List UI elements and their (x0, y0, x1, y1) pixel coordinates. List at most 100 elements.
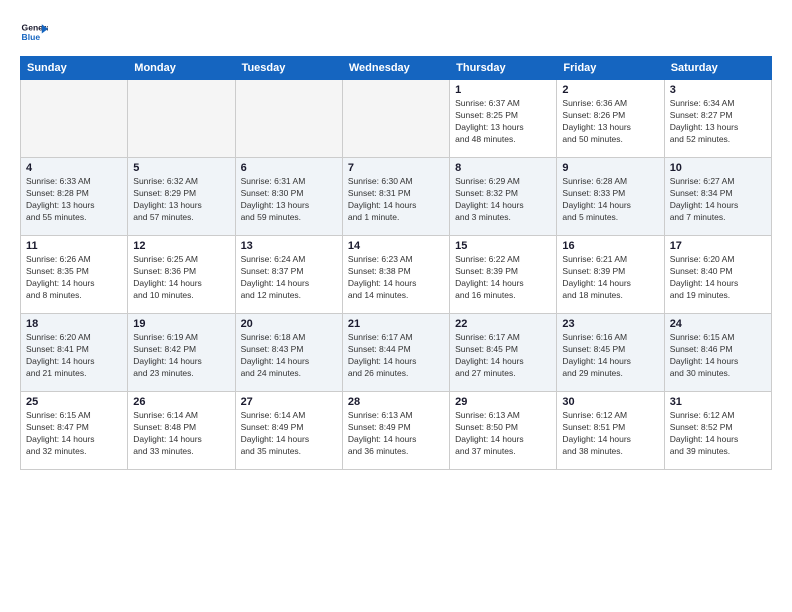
day-number: 8 (455, 162, 551, 174)
day-number: 7 (348, 162, 444, 174)
day-number: 22 (455, 318, 551, 330)
day-number: 20 (241, 318, 337, 330)
day-cell-13: 13 Sunrise: 6:24 AM Sunset: 8:37 PM Dayli… (235, 236, 342, 314)
day-info: Sunrise: 6:28 AM Sunset: 8:33 PM Dayligh… (562, 176, 658, 224)
day-cell-8: 8Sunrise: 6:29 AM Sunset: 8:32 PM Daylig… (450, 158, 557, 236)
day-cell-24: 24 Sunrise: 6:15 AM Sunset: 8:46 PM Dayli… (664, 314, 771, 392)
day-cell-18: 18 Sunrise: 6:20 AM Sunset: 8:41 PM Dayli… (21, 314, 128, 392)
day-info: Sunrise: 6:23 AM Sunset: 8:38 PM Dayligh… (348, 254, 444, 302)
empty-cell (21, 80, 128, 158)
day-cell-23: 23 Sunrise: 6:16 AM Sunset: 8:45 PM Dayli… (557, 314, 664, 392)
day-number: 14 (348, 240, 444, 252)
day-cell-27: 27Sunrise: 6:14 AM Sunset: 8:49 PM Dayli… (235, 392, 342, 470)
day-cell-7: 7 Sunrise: 6:30 AM Sunset: 8:31 PM Daylig… (342, 158, 449, 236)
weekday-header-tuesday: Tuesday (235, 57, 342, 80)
day-info: Sunrise: 6:25 AM Sunset: 8:36 PM Dayligh… (133, 254, 229, 302)
day-number: 4 (26, 162, 122, 174)
week-row-4: 18 Sunrise: 6:20 AM Sunset: 8:41 PM Dayli… (21, 314, 772, 392)
day-cell-11: 11Sunrise: 6:26 AM Sunset: 8:35 PM Dayli… (21, 236, 128, 314)
weekday-header-monday: Monday (128, 57, 235, 80)
day-info: Sunrise: 6:30 AM Sunset: 8:31 PM Dayligh… (348, 176, 444, 224)
day-number: 31 (670, 396, 766, 408)
page: General Blue SundayMondayTuesdayWednesda… (0, 0, 792, 612)
day-info: Sunrise: 6:20 AM Sunset: 8:40 PM Dayligh… (670, 254, 766, 302)
day-info: Sunrise: 6:21 AM Sunset: 8:39 PM Dayligh… (562, 254, 658, 302)
logo-icon: General Blue (20, 18, 48, 46)
day-cell-19: 19 Sunrise: 6:19 AM Sunset: 8:42 PM Dayli… (128, 314, 235, 392)
weekday-header-row: SundayMondayTuesdayWednesdayThursdayFrid… (21, 57, 772, 80)
day-cell-3: 3 Sunrise: 6:34 AM Sunset: 8:27 PM Daylig… (664, 80, 771, 158)
day-number: 26 (133, 396, 229, 408)
day-info: Sunrise: 6:32 AM Sunset: 8:29 PM Dayligh… (133, 176, 229, 224)
week-row-2: 4 Sunrise: 6:33 AM Sunset: 8:28 PM Daylig… (21, 158, 772, 236)
day-cell-29: 29Sunrise: 6:13 AM Sunset: 8:50 PM Dayli… (450, 392, 557, 470)
day-cell-31: 31Sunrise: 6:12 AM Sunset: 8:52 PM Dayli… (664, 392, 771, 470)
day-number: 5 (133, 162, 229, 174)
weekday-header-wednesday: Wednesday (342, 57, 449, 80)
empty-cell (235, 80, 342, 158)
day-number: 18 (26, 318, 122, 330)
day-cell-12: 12 Sunrise: 6:25 AM Sunset: 8:36 PM Dayli… (128, 236, 235, 314)
day-cell-22: 22 Sunrise: 6:17 AM Sunset: 8:45 PM Dayli… (450, 314, 557, 392)
day-cell-14: 14 Sunrise: 6:23 AM Sunset: 8:38 PM Dayli… (342, 236, 449, 314)
day-number: 3 (670, 84, 766, 96)
day-info: Sunrise: 6:17 AM Sunset: 8:45 PM Dayligh… (455, 332, 551, 380)
day-info: Sunrise: 6:37 AM Sunset: 8:25 PM Dayligh… (455, 98, 551, 146)
day-cell-2: 2 Sunrise: 6:36 AM Sunset: 8:26 PM Daylig… (557, 80, 664, 158)
day-info: Sunrise: 6:16 AM Sunset: 8:45 PM Dayligh… (562, 332, 658, 380)
day-info: Sunrise: 6:13 AM Sunset: 8:49 PM Dayligh… (348, 410, 444, 458)
svg-text:Blue: Blue (22, 32, 41, 42)
day-info: Sunrise: 6:36 AM Sunset: 8:26 PM Dayligh… (562, 98, 658, 146)
day-number: 15 (455, 240, 551, 252)
day-info: Sunrise: 6:15 AM Sunset: 8:46 PM Dayligh… (670, 332, 766, 380)
day-number: 12 (133, 240, 229, 252)
day-info: Sunrise: 6:31 AM Sunset: 8:30 PM Dayligh… (241, 176, 337, 224)
day-number: 24 (670, 318, 766, 330)
day-number: 23 (562, 318, 658, 330)
day-info: Sunrise: 6:19 AM Sunset: 8:42 PM Dayligh… (133, 332, 229, 380)
day-cell-28: 28Sunrise: 6:13 AM Sunset: 8:49 PM Dayli… (342, 392, 449, 470)
day-cell-9: 9 Sunrise: 6:28 AM Sunset: 8:33 PM Daylig… (557, 158, 664, 236)
week-row-1: 1 Sunrise: 6:37 AM Sunset: 8:25 PM Daylig… (21, 80, 772, 158)
day-number: 2 (562, 84, 658, 96)
day-number: 6 (241, 162, 337, 174)
day-info: Sunrise: 6:34 AM Sunset: 8:27 PM Dayligh… (670, 98, 766, 146)
weekday-header-sunday: Sunday (21, 57, 128, 80)
day-info: Sunrise: 6:12 AM Sunset: 8:51 PM Dayligh… (562, 410, 658, 458)
day-cell-15: 15Sunrise: 6:22 AM Sunset: 8:39 PM Dayli… (450, 236, 557, 314)
header: General Blue (20, 18, 772, 46)
day-number: 17 (670, 240, 766, 252)
day-number: 1 (455, 84, 551, 96)
day-number: 13 (241, 240, 337, 252)
day-cell-25: 25Sunrise: 6:15 AM Sunset: 8:47 PM Dayli… (21, 392, 128, 470)
day-cell-10: 10 Sunrise: 6:27 AM Sunset: 8:34 PM Dayli… (664, 158, 771, 236)
day-info: Sunrise: 6:26 AM Sunset: 8:35 PM Dayligh… (26, 254, 122, 302)
day-cell-17: 17 Sunrise: 6:20 AM Sunset: 8:40 PM Dayli… (664, 236, 771, 314)
day-info: Sunrise: 6:14 AM Sunset: 8:49 PM Dayligh… (241, 410, 337, 458)
day-info: Sunrise: 6:17 AM Sunset: 8:44 PM Dayligh… (348, 332, 444, 380)
day-number: 16 (562, 240, 658, 252)
day-cell-21: 21 Sunrise: 6:17 AM Sunset: 8:44 PM Dayli… (342, 314, 449, 392)
day-info: Sunrise: 6:14 AM Sunset: 8:48 PM Dayligh… (133, 410, 229, 458)
logo: General Blue (20, 18, 48, 46)
day-cell-1: 1 Sunrise: 6:37 AM Sunset: 8:25 PM Daylig… (450, 80, 557, 158)
day-number: 21 (348, 318, 444, 330)
weekday-header-friday: Friday (557, 57, 664, 80)
day-cell-6: 6 Sunrise: 6:31 AM Sunset: 8:30 PM Daylig… (235, 158, 342, 236)
empty-cell (342, 80, 449, 158)
weekday-header-saturday: Saturday (664, 57, 771, 80)
day-cell-20: 20Sunrise: 6:18 AM Sunset: 8:43 PM Dayli… (235, 314, 342, 392)
day-info: Sunrise: 6:24 AM Sunset: 8:37 PM Dayligh… (241, 254, 337, 302)
day-cell-26: 26 Sunrise: 6:14 AM Sunset: 8:48 PM Dayli… (128, 392, 235, 470)
day-cell-30: 30Sunrise: 6:12 AM Sunset: 8:51 PM Dayli… (557, 392, 664, 470)
empty-cell (128, 80, 235, 158)
day-cell-16: 16 Sunrise: 6:21 AM Sunset: 8:39 PM Dayli… (557, 236, 664, 314)
day-number: 9 (562, 162, 658, 174)
day-info: Sunrise: 6:20 AM Sunset: 8:41 PM Dayligh… (26, 332, 122, 380)
day-number: 10 (670, 162, 766, 174)
day-info: Sunrise: 6:27 AM Sunset: 8:34 PM Dayligh… (670, 176, 766, 224)
day-info: Sunrise: 6:33 AM Sunset: 8:28 PM Dayligh… (26, 176, 122, 224)
day-number: 19 (133, 318, 229, 330)
calendar: SundayMondayTuesdayWednesdayThursdayFrid… (20, 56, 772, 470)
day-number: 29 (455, 396, 551, 408)
